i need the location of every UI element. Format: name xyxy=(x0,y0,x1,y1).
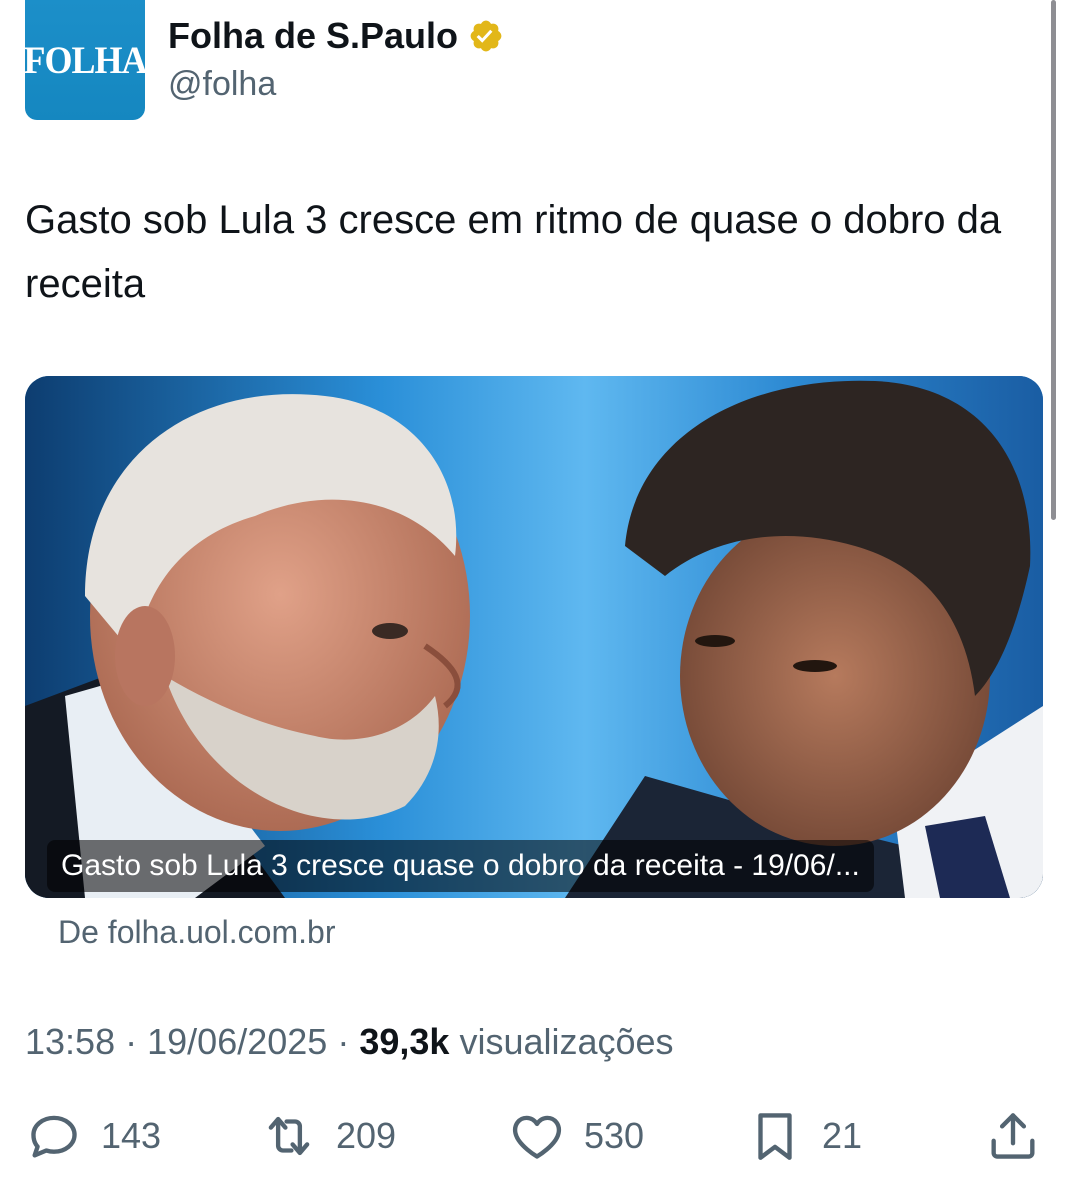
reply-count: 143 xyxy=(101,1115,162,1156)
avatar-logo-text: FOLHA xyxy=(25,38,145,82)
bookmark-count: 21 xyxy=(822,1115,863,1156)
action-bar: 143 209 530 21 xyxy=(0,1104,1068,1168)
card-caption: Gasto sob Lula 3 cresce quase o dobro da… xyxy=(47,840,874,892)
verified-badge-icon xyxy=(470,20,502,52)
meta-separator: · xyxy=(337,1021,350,1062)
card-source[interactable]: De folha.uol.com.br xyxy=(58,910,335,954)
tweet-detail: FOLHA Folha de S.Paulo @folha Gasto sob … xyxy=(0,0,1068,1200)
scrollbar[interactable] xyxy=(1051,0,1056,520)
display-name[interactable]: Folha de S.Paulo xyxy=(168,12,458,60)
views-label: visualizações xyxy=(459,1021,674,1062)
heart-icon xyxy=(512,1115,562,1159)
bookmark-button[interactable]: 21 xyxy=(746,1104,862,1168)
views-count: 39,3k xyxy=(359,1021,450,1062)
like-count: 530 xyxy=(584,1115,645,1156)
tweet-text: Gasto sob Lula 3 cresce em ritmo de quas… xyxy=(25,198,1002,306)
share-icon xyxy=(991,1113,1035,1159)
tweet-date[interactable]: 19/06/2025 xyxy=(147,1021,327,1062)
like-button[interactable]: 530 xyxy=(508,1104,644,1168)
share-button[interactable] xyxy=(984,1104,1042,1168)
repost-icon xyxy=(268,1116,310,1156)
reply-button[interactable]: 143 xyxy=(25,1104,161,1168)
repost-count: 209 xyxy=(336,1115,397,1156)
tweet-meta: 13:58 · 19/06/2025 · 39,3k visualizações xyxy=(25,1018,674,1066)
link-card[interactable]: Gasto sob Lula 3 cresce quase o dobro da… xyxy=(25,376,1043,898)
account-handle[interactable]: @folha xyxy=(168,62,276,106)
card-photo xyxy=(25,376,1043,898)
meta-separator: · xyxy=(125,1021,138,1062)
avatar[interactable]: FOLHA xyxy=(25,0,145,120)
reply-icon xyxy=(31,1115,77,1158)
repost-button[interactable]: 209 xyxy=(260,1104,396,1168)
bookmark-icon xyxy=(758,1113,792,1160)
tweet-time[interactable]: 13:58 xyxy=(25,1021,115,1062)
account-name-row: Folha de S.Paulo xyxy=(168,12,504,60)
